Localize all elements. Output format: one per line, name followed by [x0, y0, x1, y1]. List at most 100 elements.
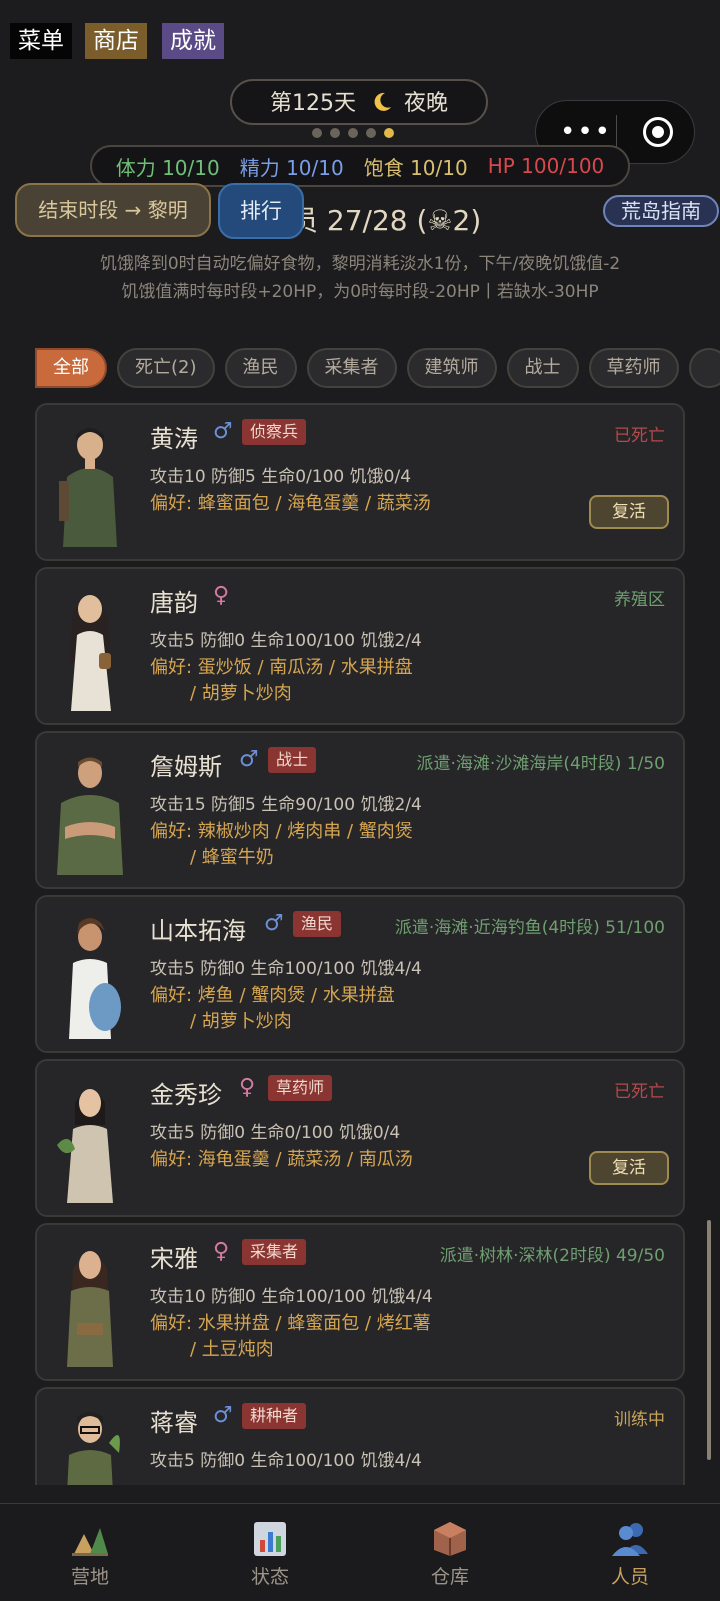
list-scrollbar[interactable]: [707, 1220, 711, 1460]
role-filter-bar[interactable]: 全部 死亡(2) 渔民 采集者 建筑师 战士 草药师: [35, 348, 720, 392]
bottom-tab-bar: 营地 状态 仓库: [0, 1503, 720, 1601]
person-attributes: 攻击5 防御0 生命0/100 饥饿0/4: [150, 1118, 400, 1143]
female-icon: ♀: [213, 583, 229, 608]
preference-line: / 蜂蜜牛奶: [150, 845, 530, 871]
male-icon: ♂: [264, 911, 284, 936]
person-preferences: 偏好: 辣椒炒肉 / 烤肉串 / 蟹肉煲 / 蜂蜜牛奶: [150, 819, 530, 871]
person-card[interactable]: 唐韵 ♀ 养殖区 攻击5 防御0 生命100/100 饥饿2/4 偏好: 蛋炒饭…: [35, 567, 685, 725]
person-status: 已死亡: [614, 421, 665, 446]
female-icon: ♀: [213, 1239, 229, 1264]
person-status: 已死亡: [614, 1077, 665, 1102]
energy-stat: 精力 10/10: [240, 152, 344, 181]
preference-line: 偏好: 蛋炒饭 / 南瓜汤 / 水果拼盘: [150, 655, 530, 681]
person-attributes: 攻击10 防御0 生命100/100 饥饿4/4: [150, 1282, 433, 1307]
person-card[interactable]: 詹姆斯 ♂ 战士 派遣·海滩·沙滩海岸(4时段) 1/50 攻击15 防御5 生…: [35, 731, 685, 889]
role-tag: 采集者: [242, 1239, 306, 1265]
person-attributes: 攻击10 防御5 生命0/100 饥饿0/4: [150, 462, 411, 487]
page-dot-active: [384, 128, 394, 138]
role-tag: 草药师: [268, 1075, 332, 1101]
tab-warehouse[interactable]: 仓库: [360, 1504, 540, 1601]
preference-line: / 胡萝卜炒肉: [150, 1009, 530, 1035]
person-name: 金秀珍: [150, 1075, 222, 1110]
tab-label: 状态: [180, 1562, 360, 1589]
day-indicator: 第125天 夜晚: [230, 79, 488, 125]
shop-button[interactable]: 商店: [85, 23, 147, 59]
preference-line: 偏好: 海龟蛋羹 / 蔬菜汤 / 南瓜汤: [150, 1147, 530, 1173]
day-label: 第125天: [270, 91, 356, 116]
person-avatar: [47, 419, 133, 547]
more-options-button[interactable]: •••: [560, 117, 612, 147]
person-name: 宋雅: [150, 1239, 198, 1274]
filter-more[interactable]: [689, 348, 720, 388]
male-icon: ♂: [213, 1403, 233, 1428]
achievements-button[interactable]: 成就: [162, 23, 224, 59]
satiety-stat: 饱食 10/10: [364, 152, 468, 181]
person-card[interactable]: 黄涛 ♂ 侦察兵 已死亡 攻击10 防御5 生命0/100 饥饿0/4 偏好: …: [35, 403, 685, 561]
person-status: 训练中: [614, 1405, 665, 1430]
hp-stat: HP 100/100: [488, 154, 605, 178]
person-card[interactable]: 金秀珍 ♀ 草药师 已死亡 攻击5 防御0 生命0/100 饥饿0/4 偏好: …: [35, 1059, 685, 1217]
page-dot: [330, 128, 340, 138]
tab-camp[interactable]: 营地: [0, 1504, 180, 1601]
hunger-rule-text: 饥饿降到0时自动吃偏好食物，黎明消耗淡水1份，下午/夜晚饥饿值-2: [0, 249, 720, 274]
role-tag: 渔民: [293, 911, 341, 937]
person-card[interactable]: 山本拓海 ♂ 渔民 派遣·海滩·近海钓鱼(4时段) 51/100 攻击5 防御0…: [35, 895, 685, 1053]
person-status: 养殖区: [614, 585, 665, 610]
person-avatar: [47, 1403, 133, 1485]
person-card[interactable]: 宋雅 ♀ 采集者 派遣·树林·深林(2时段) 49/50 攻击10 防御0 生命…: [35, 1223, 685, 1381]
camp-icon: [70, 1520, 110, 1558]
filter-builder[interactable]: 建筑师: [407, 348, 497, 388]
tab-label: 人员: [540, 1562, 720, 1589]
preference-line: 偏好: 水果拼盘 / 蜂蜜面包 / 烤红薯: [150, 1311, 530, 1337]
filter-dead[interactable]: 死亡(2): [117, 348, 215, 388]
role-tag: 侦察兵: [242, 419, 306, 445]
stats-bar: 体力 10/10 精力 10/10 饱食 10/10 HP 100/100: [90, 145, 630, 187]
male-icon: ♂: [239, 747, 259, 772]
person-name: 黄涛: [150, 419, 198, 454]
person-status: 派遣·海滩·沙滩海岸(4时段) 1/50: [417, 749, 665, 774]
rank-button[interactable]: 排行: [218, 183, 304, 239]
filter-fisher[interactable]: 渔民: [225, 348, 297, 388]
revive-button[interactable]: 复活: [589, 495, 669, 529]
tab-status[interactable]: 状态: [180, 1504, 360, 1601]
tab-label: 仓库: [360, 1562, 540, 1589]
end-period-button[interactable]: 结束时段 → 黎明: [15, 183, 211, 237]
tab-people[interactable]: 人员: [540, 1504, 720, 1601]
person-avatar: [47, 747, 133, 875]
filter-warrior[interactable]: 战士: [507, 348, 579, 388]
close-target-icon[interactable]: [643, 117, 673, 147]
preference-line: / 胡萝卜炒肉: [150, 681, 530, 707]
female-icon: ♀: [239, 1075, 255, 1100]
person-name: 蒋睿: [150, 1403, 198, 1438]
preference-line: 偏好: 蜂蜜面包 / 海龟蛋羹 / 蔬菜汤: [150, 491, 530, 517]
crescent-moon-icon: [371, 84, 393, 106]
revive-button[interactable]: 复活: [589, 1151, 669, 1185]
person-avatar: [47, 583, 133, 711]
people-list[interactable]: 黄涛 ♂ 侦察兵 已死亡 攻击10 防御5 生命0/100 饥饿0/4 偏好: …: [35, 403, 685, 1485]
preference-line: / 土豆炖肉: [150, 1337, 530, 1363]
person-name: 山本拓海: [150, 911, 246, 946]
page-dot: [366, 128, 376, 138]
person-avatar: [47, 911, 133, 1039]
role-tag: 战士: [268, 747, 316, 773]
island-guide-button[interactable]: 荒岛指南: [603, 195, 719, 227]
person-preferences: 偏好: 水果拼盘 / 蜂蜜面包 / 烤红薯 / 土豆炖肉: [150, 1311, 530, 1363]
menu-button[interactable]: 菜单: [10, 23, 72, 59]
role-tag: 耕种者: [242, 1403, 306, 1429]
person-attributes: 攻击15 防御5 生命90/100 饥饿2/4: [150, 790, 422, 815]
person-preferences: 偏好: 蛋炒饭 / 南瓜汤 / 水果拼盘 / 胡萝卜炒肉: [150, 655, 530, 707]
person-avatar: [47, 1075, 133, 1203]
filter-gatherer[interactable]: 采集者: [307, 348, 397, 388]
status-chart-icon: [250, 1520, 290, 1558]
page-dot: [348, 128, 358, 138]
person-attributes: 攻击5 防御0 生命100/100 饥饿4/4: [150, 1446, 422, 1471]
filter-herbalist[interactable]: 草药师: [589, 348, 679, 388]
period-label: 夜晚: [404, 91, 448, 116]
person-status: 派遣·海滩·近海钓鱼(4时段) 51/100: [395, 913, 665, 938]
person-card[interactable]: 蒋睿 ♂ 耕种者 训练中 攻击5 防御0 生命100/100 饥饿4/4: [35, 1387, 685, 1485]
person-status: 派遣·树林·深林(2时段) 49/50: [440, 1241, 665, 1266]
person-attributes: 攻击5 防御0 生命100/100 饥饿2/4: [150, 626, 422, 651]
filter-all[interactable]: 全部: [35, 348, 107, 388]
person-preferences: 偏好: 海龟蛋羹 / 蔬菜汤 / 南瓜汤: [150, 1147, 530, 1173]
warehouse-box-icon: [430, 1520, 470, 1558]
